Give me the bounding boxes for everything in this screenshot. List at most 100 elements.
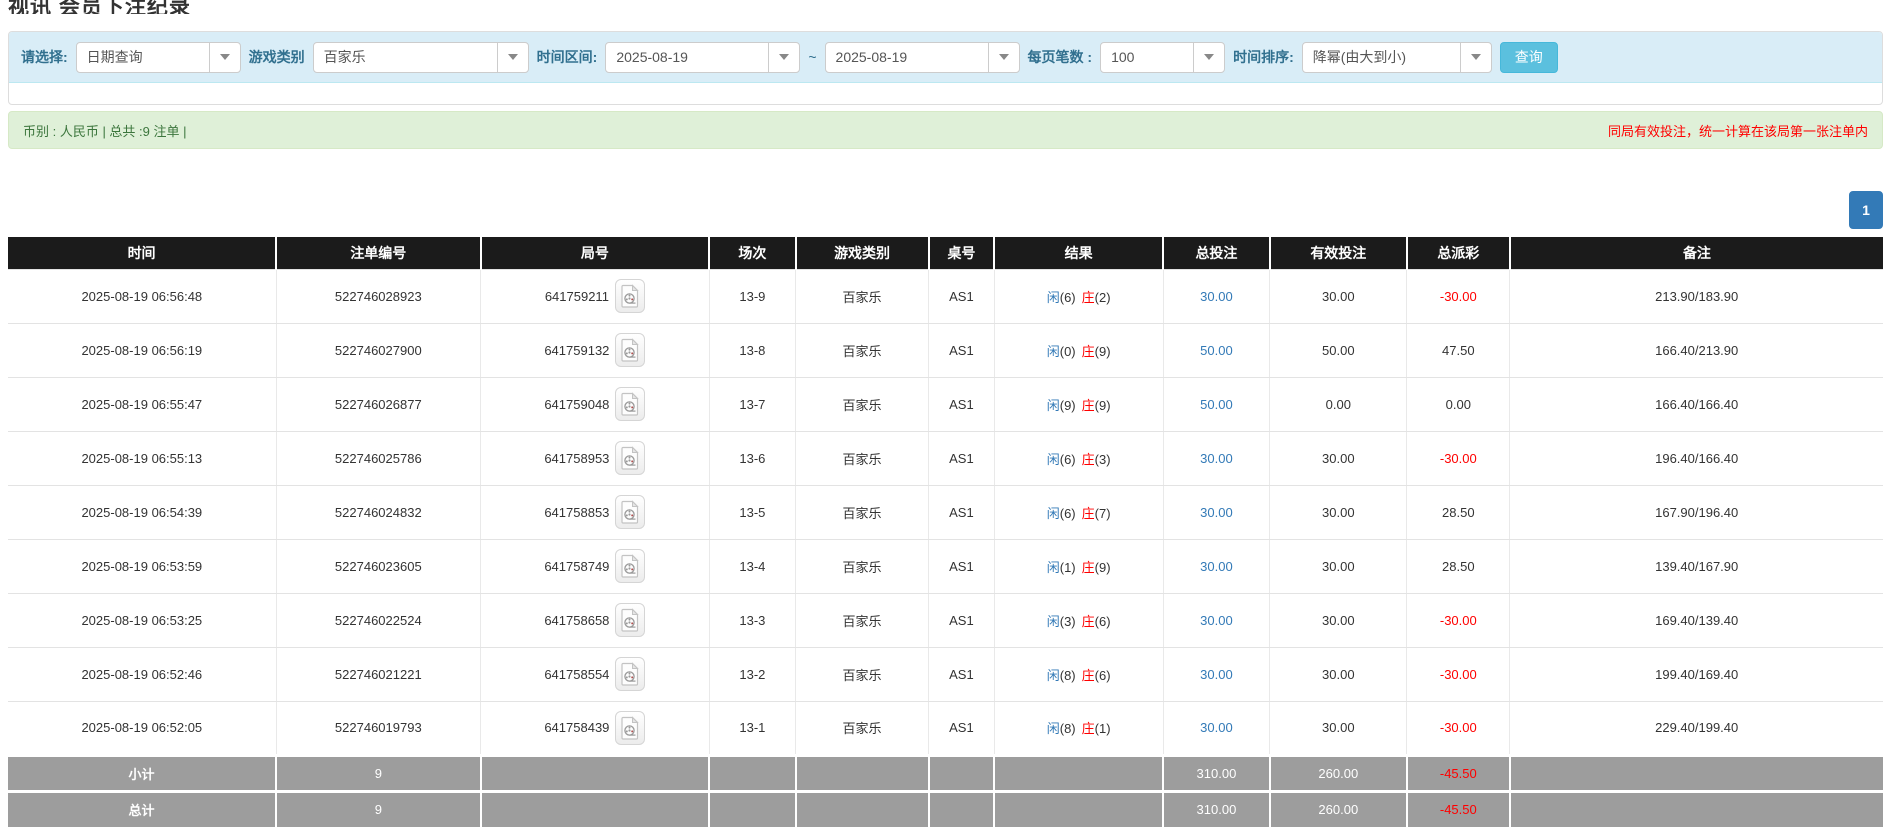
cell-session: 13-4 (709, 539, 795, 593)
cell-round-no: 641759211 (481, 269, 710, 323)
table-row: 2025-08-19 06:56:19 522746027900 6417591… (8, 323, 1883, 377)
result-banker-point: (3) (1095, 452, 1111, 467)
title-container: 视讯 会员下注纪录 (8, 0, 1883, 14)
cell-time: 2025-08-19 06:52:05 (8, 701, 276, 755)
video-replay-button[interactable] (615, 549, 645, 583)
pagination: 1 (8, 191, 1883, 229)
cell-payout: -30.00 (1407, 431, 1510, 485)
result-banker-label: 庄 (1082, 668, 1095, 683)
cell-remark: 229.40/199.40 (1510, 701, 1883, 755)
chevron-down-icon (497, 43, 528, 72)
cell-round-no: 641758554 (481, 647, 710, 701)
total-bet-link[interactable]: 30.00 (1200, 505, 1233, 520)
summary-payout: -45.50 (1407, 755, 1510, 791)
cell-table-no: AS1 (929, 593, 995, 647)
game-type-select[interactable]: 百家乐 (313, 42, 529, 73)
video-replay-button[interactable] (615, 711, 645, 745)
video-replay-button[interactable] (615, 387, 645, 421)
cell-round-no: 641758853 (481, 485, 710, 539)
video-replay-button[interactable] (615, 603, 645, 637)
cell-payout: 28.50 (1407, 539, 1510, 593)
video-replay-button[interactable] (615, 495, 645, 529)
total-bet-link[interactable]: 30.00 (1200, 720, 1233, 735)
cell-time: 2025-08-19 06:55:13 (8, 431, 276, 485)
cell-remark: 167.90/196.40 (1510, 485, 1883, 539)
summary-count: 9 (276, 791, 480, 827)
cell-bet-no: 522746027900 (276, 323, 480, 377)
cell-session: 13-9 (709, 269, 795, 323)
result-player-point: (8) (1060, 721, 1076, 736)
result-player-label: 闲 (1047, 506, 1060, 521)
date-to-select[interactable]: 2025-08-19 (825, 42, 1020, 73)
chevron-down-icon (1460, 43, 1491, 72)
cell-total-bet: 30.00 (1163, 701, 1270, 755)
cell-valid-bet: 0.00 (1270, 377, 1407, 431)
total-bet-link[interactable]: 30.00 (1200, 451, 1233, 466)
table-row: 2025-08-19 06:53:59 522746023605 6417587… (8, 539, 1883, 593)
cell-remark: 169.40/139.40 (1510, 593, 1883, 647)
total-bet-link[interactable]: 50.00 (1200, 343, 1233, 358)
cell-remark: 166.40/166.40 (1510, 377, 1883, 431)
search-button[interactable]: 查询 (1500, 42, 1558, 73)
summary-total-bet: 310.00 (1163, 791, 1270, 827)
page: 视讯 会员下注纪录 请选择: 日期查询 游戏类别 百家乐 时间区间: 2025-… (0, 0, 1891, 827)
result-banker-point: (7) (1095, 506, 1111, 521)
table-row: 2025-08-19 06:52:05 522746019793 6417584… (8, 701, 1883, 755)
result-banker-point: (9) (1095, 398, 1111, 413)
cell-game-type: 百家乐 (796, 323, 929, 377)
film-icon (620, 284, 640, 308)
total-bet-link[interactable]: 50.00 (1200, 397, 1233, 412)
header-remark: 备注 (1510, 237, 1883, 269)
header-payout: 总派彩 (1407, 237, 1510, 269)
result-banker-point: (6) (1095, 614, 1111, 629)
range-separator: ~ (808, 49, 816, 65)
filter-bar: 请选择: 日期查询 游戏类别 百家乐 时间区间: 2025-08-19 ~ 20… (9, 32, 1882, 83)
cell-total-bet: 30.00 (1163, 431, 1270, 485)
result-player-point: (8) (1060, 668, 1076, 683)
per-page-select[interactable]: 100 (1100, 42, 1225, 73)
video-replay-button[interactable] (615, 333, 645, 367)
date-from-select[interactable]: 2025-08-19 (605, 42, 800, 73)
total-bet-link[interactable]: 30.00 (1200, 289, 1233, 304)
header-session: 场次 (709, 237, 795, 269)
result-banker-point: (9) (1095, 560, 1111, 575)
summary-label: 小计 (8, 755, 276, 791)
result-banker-label: 庄 (1082, 398, 1095, 413)
total-bet-link[interactable]: 30.00 (1200, 613, 1233, 628)
table-row: 2025-08-19 06:52:46 522746021221 6417585… (8, 647, 1883, 701)
cell-total-bet: 30.00 (1163, 539, 1270, 593)
cell-remark: 196.40/166.40 (1510, 431, 1883, 485)
cell-game-type: 百家乐 (796, 539, 929, 593)
result-banker-label: 庄 (1082, 452, 1095, 467)
result-player-label: 闲 (1047, 452, 1060, 467)
query-type-value: 日期查询 (77, 43, 209, 72)
query-type-select[interactable]: 日期查询 (76, 42, 241, 73)
total-bet-link[interactable]: 30.00 (1200, 667, 1233, 682)
cell-result: 闲(6)庄(3) (994, 431, 1163, 485)
video-replay-button[interactable] (615, 441, 645, 475)
cell-valid-bet: 30.00 (1270, 431, 1407, 485)
summary-count: 9 (276, 755, 480, 791)
video-replay-button[interactable] (615, 279, 645, 313)
cell-game-type: 百家乐 (796, 269, 929, 323)
video-replay-button[interactable] (615, 657, 645, 691)
total-bet-link[interactable]: 30.00 (1200, 559, 1233, 574)
header-game-type: 游戏类别 (796, 237, 929, 269)
cell-time: 2025-08-19 06:55:47 (8, 377, 276, 431)
cell-round-no: 641758658 (481, 593, 710, 647)
cell-round-no: 641758953 (481, 431, 710, 485)
cell-session: 13-2 (709, 647, 795, 701)
chevron-down-icon (209, 43, 240, 72)
time-sort-select[interactable]: 降幂(由大到小) (1302, 42, 1492, 73)
result-banker-label: 庄 (1082, 614, 1095, 629)
cell-result: 闲(8)庄(6) (994, 647, 1163, 701)
result-player-point: (1) (1060, 560, 1076, 575)
cell-table-no: AS1 (929, 485, 995, 539)
header-time: 时间 (8, 237, 276, 269)
page-1-button[interactable]: 1 (1849, 191, 1883, 229)
filter-panel: 请选择: 日期查询 游戏类别 百家乐 时间区间: 2025-08-19 ~ 20… (8, 31, 1883, 105)
per-page-label: 每页笔数 : (1028, 47, 1093, 67)
result-player-label: 闲 (1047, 290, 1060, 305)
round-no-value: 641758439 (544, 720, 609, 735)
header-table-no: 桌号 (929, 237, 995, 269)
